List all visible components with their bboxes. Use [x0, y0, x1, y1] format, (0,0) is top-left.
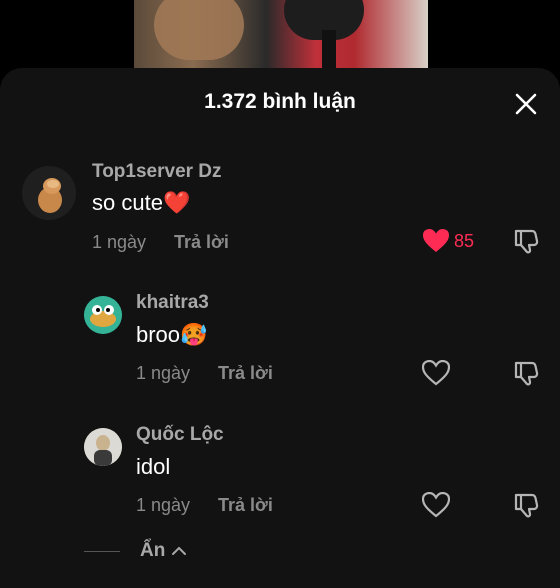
comment-username[interactable]: Top1server Dz — [92, 161, 222, 183]
heart-outline-icon[interactable] — [422, 360, 450, 386]
heart-filled-icon — [423, 229, 449, 252]
comments-sheet: 1.372 bình luận Top1server Dz so cute❤️ … — [0, 68, 560, 588]
comment-time: 1 ngày — [136, 495, 191, 515]
dislike-icon[interactable] — [512, 227, 540, 255]
dislike-icon[interactable] — [512, 359, 540, 387]
hot-face-emoji: 🥵 — [180, 322, 208, 347]
divider — [84, 550, 120, 552]
video-hand-shape — [154, 0, 244, 60]
hide-replies-button[interactable]: Ẩn — [140, 540, 165, 562]
close-icon[interactable] — [514, 92, 538, 116]
reply-button[interactable]: Trả lời — [218, 363, 273, 384]
reply-button[interactable]: Trả lời — [174, 232, 229, 253]
comment-time: 1 ngày — [136, 363, 191, 383]
chevron-up-icon — [172, 546, 187, 555]
comment-text: idol — [136, 454, 171, 479]
avatar[interactable] — [22, 166, 76, 220]
reply-button[interactable]: Trả lời — [218, 495, 273, 516]
avatar[interactable] — [84, 428, 122, 466]
comment-text: broo🥵 — [136, 322, 208, 347]
comments-count-title: 1.372 bình luận — [204, 90, 356, 113]
like-count: 85 — [454, 230, 475, 251]
comment-username[interactable]: Quốc Lộc — [136, 424, 224, 446]
comment-time: 1 ngày — [92, 232, 147, 252]
avatar[interactable] — [84, 296, 122, 334]
heart-emoji: ❤️ — [162, 190, 191, 215]
heart-outline-icon[interactable] — [422, 492, 450, 518]
like-button[interactable]: 85 — [422, 228, 474, 254]
dislike-icon[interactable] — [512, 491, 540, 519]
comment-text: so cute❤️ — [92, 190, 191, 215]
comment-username[interactable]: khaitra3 — [136, 292, 209, 314]
collapse-replies-row[interactable]: Ẩn — [84, 540, 187, 562]
